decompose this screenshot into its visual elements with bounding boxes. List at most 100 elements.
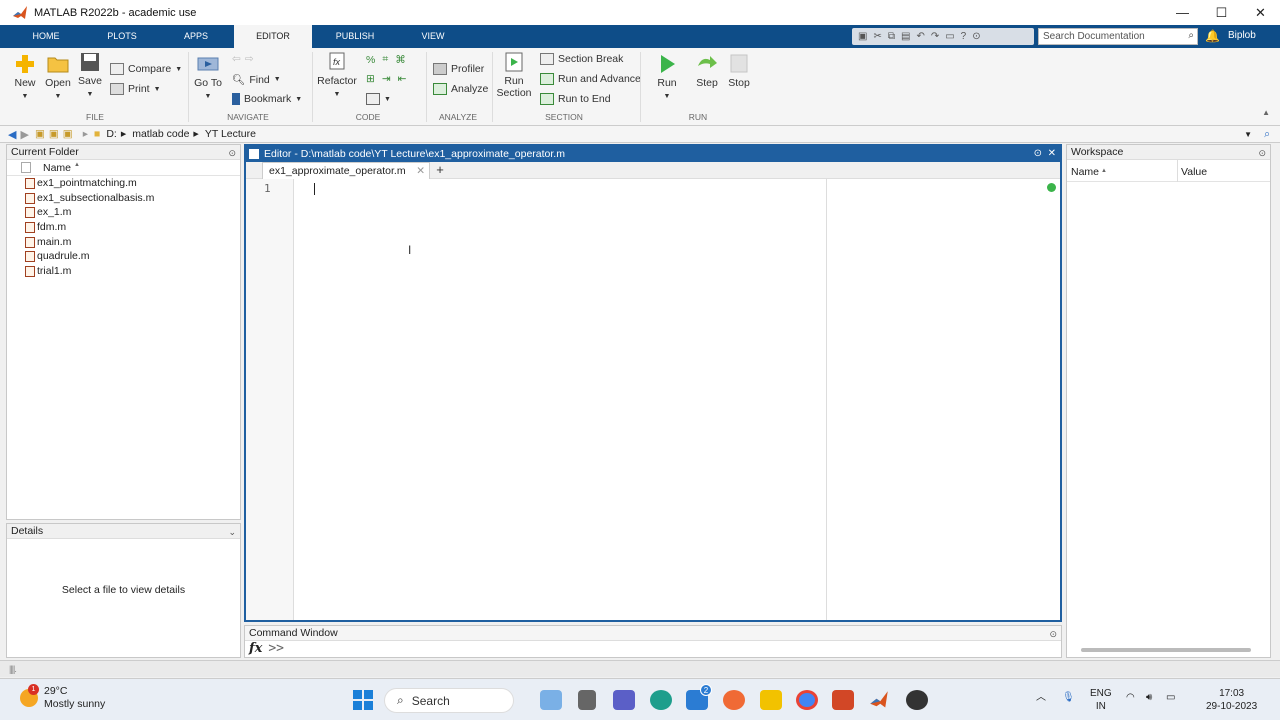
- new-button[interactable]: New ▼: [12, 54, 38, 101]
- panel-options-icon[interactable]: ⊙: [1258, 146, 1266, 161]
- save-button[interactable]: Save ▼: [78, 52, 102, 99]
- language-indicator[interactable]: ENG IN: [1090, 687, 1112, 713]
- minimize-button[interactable]: —: [1163, 0, 1202, 25]
- forward-arrow-icon[interactable]: ⇨: [245, 53, 254, 65]
- bookmark-button[interactable]: Bookmark ▼: [232, 93, 302, 105]
- breadcrumb-drive[interactable]: D:: [106, 128, 117, 140]
- details-header[interactable]: Details ⌄: [7, 524, 240, 539]
- tab-apps[interactable]: APPS: [168, 25, 224, 48]
- run-section-button[interactable]: Run Section: [496, 52, 532, 99]
- browse-folder-icon[interactable]: ▣: [49, 128, 59, 140]
- firefox-icon[interactable]: [723, 690, 745, 710]
- go-to-button[interactable]: Go To ▼: [193, 54, 223, 101]
- up-folder-icon[interactable]: ▣: [35, 128, 45, 140]
- open-button[interactable]: Open ▼: [44, 54, 72, 101]
- list-item[interactable]: ex1_subsectionalbasis.m: [7, 191, 240, 206]
- refactor-button[interactable]: fx Refactor ▼: [317, 52, 357, 99]
- run-and-advance-button[interactable]: Run and Advance: [540, 73, 641, 85]
- search-icon[interactable]: ⌕: [1264, 128, 1270, 141]
- tab-home[interactable]: HOME: [18, 25, 74, 48]
- close-editor-icon[interactable]: ✕: [1048, 146, 1056, 162]
- code-analyzer-ok-icon[interactable]: [1047, 183, 1056, 192]
- compare-button[interactable]: Compare ▼: [110, 63, 182, 75]
- switch-windows-icon[interactable]: ▭: [945, 31, 954, 42]
- run-to-end-button[interactable]: Run to End: [540, 93, 611, 105]
- collapse-ribbon-icon[interactable]: ▲: [1262, 108, 1270, 117]
- print-button[interactable]: Print ▼: [110, 83, 161, 95]
- close-button[interactable]: ✕: [1241, 0, 1280, 25]
- battery-icon[interactable]: ▭: [1166, 691, 1175, 704]
- search-icon[interactable]: ⌕: [1188, 30, 1194, 41]
- volume-icon[interactable]: 🔊︎: [1146, 691, 1152, 704]
- command-prompt[interactable]: fx >>: [245, 641, 1061, 657]
- search-documentation-input[interactable]: Search Documentation ⌕: [1038, 28, 1198, 45]
- editor-tab-file[interactable]: ex1_approximate_operator.m ✕: [262, 162, 430, 179]
- indent-icon[interactable]: ⇥: [382, 73, 391, 85]
- list-item[interactable]: main.m: [7, 235, 240, 250]
- save-icon[interactable]: ▣: [858, 31, 867, 42]
- list-item[interactable]: fdm.m: [7, 220, 240, 235]
- panel-options-icon[interactable]: ⊙: [228, 146, 236, 161]
- back-forward-buttons[interactable]: ⇦ ⇨: [232, 53, 254, 65]
- teams-icon[interactable]: [613, 690, 635, 710]
- profiler-button[interactable]: Profiler: [433, 63, 484, 75]
- tab-plots[interactable]: PLOTS: [94, 25, 150, 48]
- back-arrow-icon[interactable]: ◀: [8, 128, 16, 141]
- taskbar-search[interactable]: ⌕ Search: [384, 688, 514, 713]
- panel-options-icon[interactable]: ⊙: [1034, 146, 1042, 162]
- file-type-column[interactable]: [21, 162, 31, 173]
- new-tab-button[interactable]: +: [430, 162, 450, 179]
- collapse-icon[interactable]: ⊙: [972, 31, 980, 42]
- chevron-down-icon[interactable]: ▼: [1244, 130, 1252, 139]
- wifi-icon[interactable]: ◠: [1126, 691, 1135, 704]
- analyze-button[interactable]: Analyze: [433, 83, 488, 95]
- close-tab-icon[interactable]: ✕: [416, 163, 425, 179]
- smart-indent-button[interactable]: ▼: [366, 93, 391, 105]
- search-folder-icon[interactable]: ▣: [63, 128, 73, 140]
- value-column-header[interactable]: Value: [1181, 166, 1207, 178]
- undo-icon[interactable]: ↶: [916, 31, 924, 42]
- teams-chat-icon[interactable]: 2: [686, 684, 712, 710]
- uncomment-icon[interactable]: ⌘: [395, 54, 406, 66]
- user-menu[interactable]: Biplob: [1228, 30, 1256, 41]
- name-column-header[interactable]: Name: [1071, 166, 1099, 178]
- forward-arrow-icon[interactable]: ▶: [20, 128, 28, 141]
- matlab-taskbar-icon[interactable]: [868, 690, 890, 710]
- list-item[interactable]: ex_1.m: [7, 205, 240, 220]
- list-item[interactable]: ex1_pointmatching.m: [7, 176, 240, 191]
- show-hidden-icons-icon[interactable]: ︿: [1036, 691, 1046, 704]
- bell-icon[interactable]: 🔔: [1205, 29, 1220, 43]
- horizontal-scrollbar[interactable]: [1081, 648, 1251, 652]
- column-divider[interactable]: [1177, 160, 1178, 182]
- widgets-icon[interactable]: [540, 690, 562, 710]
- paste-icon[interactable]: ▤: [901, 31, 910, 42]
- powerpoint-icon[interactable]: [832, 690, 854, 710]
- breadcrumb-folder-yt-lecture[interactable]: YT Lecture: [205, 128, 256, 140]
- copy-icon[interactable]: ⧉: [888, 31, 895, 42]
- function-browser-icon[interactable]: fx: [249, 641, 262, 657]
- weather-widget[interactable]: 1 29°C Mostly sunny: [20, 684, 105, 711]
- name-column-header[interactable]: Name: [43, 162, 71, 174]
- tab-view[interactable]: VIEW: [404, 25, 462, 48]
- tab-editor[interactable]: EDITOR: [234, 25, 312, 48]
- breadcrumb-folder-matlab-code[interactable]: matlab code: [132, 128, 189, 140]
- find-button[interactable]: 🔍︎ Find ▼: [232, 73, 281, 87]
- list-item[interactable]: quadrule.m: [7, 249, 240, 264]
- step-button[interactable]: Step: [694, 54, 720, 89]
- panel-options-icon[interactable]: ⊙: [1049, 627, 1057, 642]
- task-view-icon[interactable]: [578, 690, 596, 710]
- windows-start-icon[interactable]: [352, 690, 374, 710]
- cut-icon[interactable]: ✂: [873, 31, 881, 42]
- comment-icon[interactable]: %: [366, 54, 375, 66]
- outdent-icon[interactable]: ⇤: [398, 73, 407, 85]
- stop-button[interactable]: Stop: [726, 54, 752, 89]
- chrome-icon[interactable]: [796, 690, 818, 710]
- help-icon[interactable]: ?: [961, 31, 967, 42]
- maximize-button[interactable]: ☐: [1202, 0, 1241, 25]
- microphone-icon[interactable]: 🎙︎: [1062, 691, 1075, 704]
- section-break-button[interactable]: Section Break: [540, 53, 623, 65]
- edge-icon[interactable]: [650, 690, 672, 710]
- file-explorer-icon[interactable]: [760, 690, 782, 710]
- wrap-icon[interactable]: ⊞: [366, 73, 375, 85]
- chevron-down-icon[interactable]: ⌄: [228, 525, 236, 540]
